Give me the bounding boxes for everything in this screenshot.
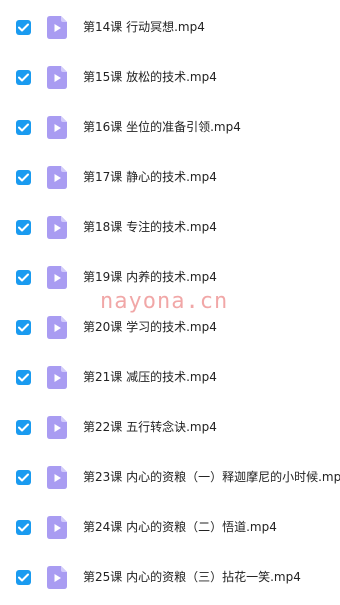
video-file-icon <box>47 416 67 439</box>
checkbox[interactable] <box>16 270 31 285</box>
video-file-icon <box>47 266 67 289</box>
checkmark-icon <box>18 273 29 282</box>
file-list: 第14课 行动冥想.mp4 第15课 放松的技术.mp4 第16课 坐位的准备引领.… <box>0 0 340 605</box>
file-name: 第20课 学习的技术.mp4 <box>83 320 217 334</box>
video-file-icon <box>47 16 67 39</box>
checkmark-icon <box>18 173 29 182</box>
checkbox[interactable] <box>16 520 31 535</box>
file-row[interactable]: 第25课 内心的资粮（三）拈花一笑.mp4 <box>0 552 340 602</box>
file-name: 第14课 行动冥想.mp4 <box>83 20 205 34</box>
file-name: 第17课 静心的技术.mp4 <box>83 170 217 184</box>
file-row[interactable]: 第17课 静心的技术.mp4 <box>0 152 340 202</box>
file-row[interactable]: 第24课 内心的资粮（二）悟道.mp4 <box>0 502 340 552</box>
file-name: 第25课 内心的资粮（三）拈花一笑.mp4 <box>83 570 301 584</box>
video-file-icon <box>47 516 67 539</box>
file-name: 第15课 放松的技术.mp4 <box>83 70 217 84</box>
checkmark-icon <box>18 323 29 332</box>
file-name: 第22课 五行转念诀.mp4 <box>83 420 217 434</box>
file-name: 第21课 减压的技术.mp4 <box>83 370 217 384</box>
file-row[interactable]: 第22课 五行转念诀.mp4 <box>0 402 340 452</box>
file-name: 第23课 内心的资粮（一）释迦摩尼的小时候.mp4 <box>83 470 340 484</box>
checkbox[interactable] <box>16 220 31 235</box>
file-name: 第19课 内养的技术.mp4 <box>83 270 217 284</box>
checkmark-icon <box>18 373 29 382</box>
video-file-icon <box>47 316 67 339</box>
checkmark-icon <box>18 573 29 582</box>
checkbox[interactable] <box>16 470 31 485</box>
video-file-icon <box>47 366 67 389</box>
file-row[interactable]: 第21课 减压的技术.mp4 <box>0 352 340 402</box>
checkbox[interactable] <box>16 170 31 185</box>
checkmark-icon <box>18 123 29 132</box>
video-file-icon <box>47 566 67 589</box>
file-row[interactable]: 第19课 内养的技术.mp4 <box>0 252 340 302</box>
checkmark-icon <box>18 223 29 232</box>
file-row[interactable]: 第20课 学习的技术.mp4 <box>0 302 340 352</box>
file-name: 第24课 内心的资粮（二）悟道.mp4 <box>83 520 277 534</box>
checkmark-icon <box>18 23 29 32</box>
checkbox[interactable] <box>16 420 31 435</box>
checkbox[interactable] <box>16 570 31 585</box>
checkmark-icon <box>18 523 29 532</box>
checkmark-icon <box>18 423 29 432</box>
checkbox[interactable] <box>16 370 31 385</box>
checkbox[interactable] <box>16 320 31 335</box>
video-file-icon <box>47 216 67 239</box>
checkmark-icon <box>18 473 29 482</box>
video-file-icon <box>47 466 67 489</box>
video-file-icon <box>47 66 67 89</box>
checkbox[interactable] <box>16 70 31 85</box>
file-row[interactable]: 第23课 内心的资粮（一）释迦摩尼的小时候.mp4 <box>0 452 340 502</box>
video-file-icon <box>47 116 67 139</box>
video-file-icon <box>47 166 67 189</box>
file-row[interactable]: 第18课 专注的技术.mp4 <box>0 202 340 252</box>
file-row[interactable]: 第15课 放松的技术.mp4 <box>0 52 340 102</box>
file-row[interactable]: 第14课 行动冥想.mp4 <box>0 2 340 52</box>
checkbox[interactable] <box>16 20 31 35</box>
checkbox[interactable] <box>16 120 31 135</box>
checkmark-icon <box>18 73 29 82</box>
file-name: 第18课 专注的技术.mp4 <box>83 220 217 234</box>
file-name: 第16课 坐位的准备引领.mp4 <box>83 120 241 134</box>
file-row[interactable]: 第16课 坐位的准备引领.mp4 <box>0 102 340 152</box>
